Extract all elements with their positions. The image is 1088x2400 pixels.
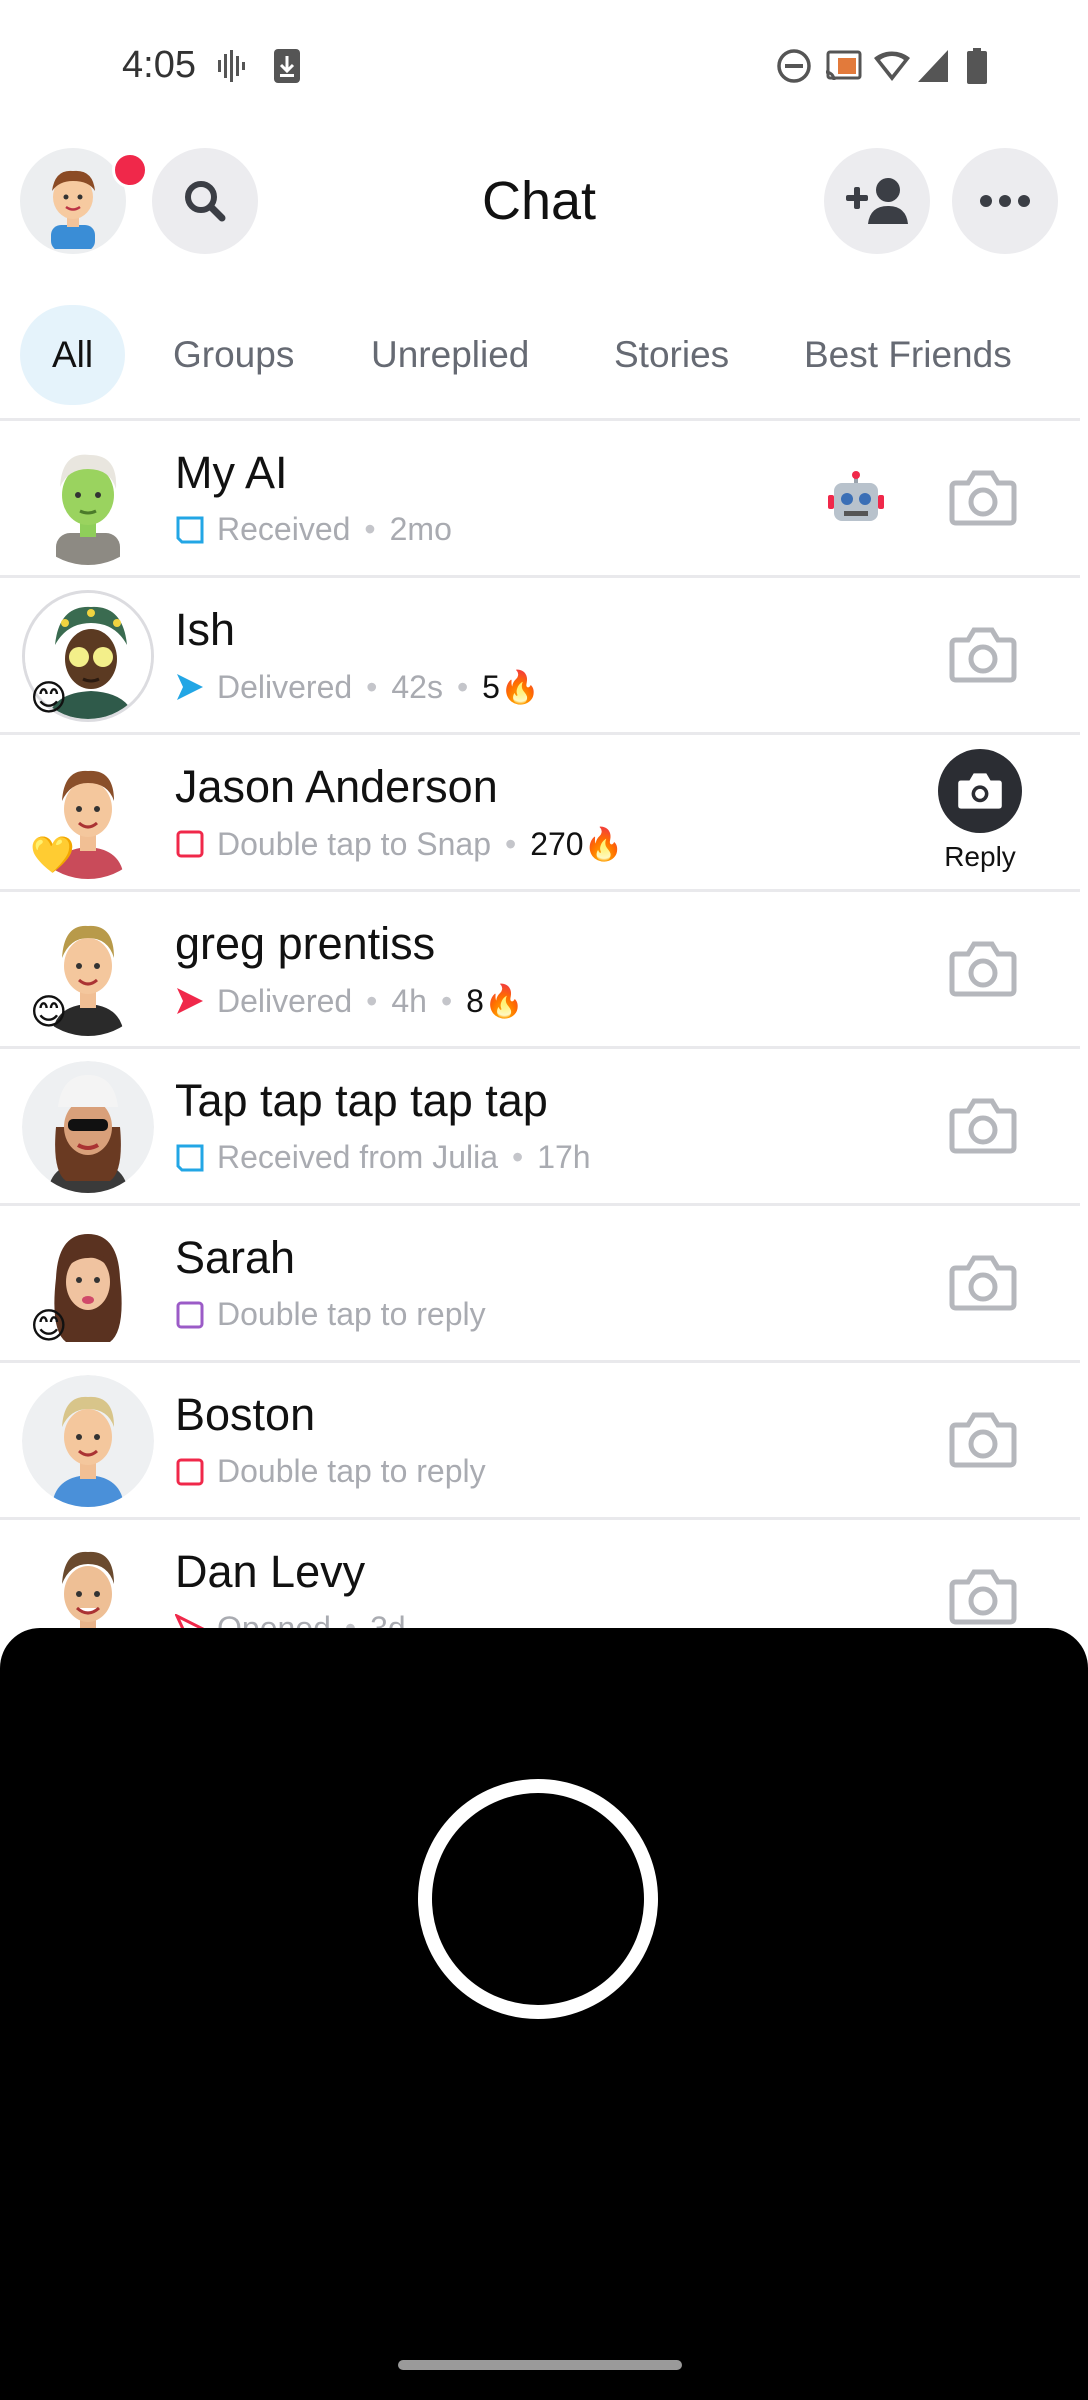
chat-name: Jason Anderson bbox=[175, 761, 498, 812]
camera-panel bbox=[0, 1628, 1088, 2400]
tab-unreplied[interactable]: Unreplied bbox=[371, 305, 529, 405]
status-text: Double tap to Snap bbox=[217, 825, 491, 862]
tab-best-friends[interactable]: Best Friends bbox=[804, 305, 1012, 405]
robot-icon bbox=[828, 471, 884, 521]
status-text: Delivered bbox=[217, 982, 353, 1019]
download-icon bbox=[274, 49, 300, 83]
chat-status: Double tap to reply bbox=[175, 1296, 486, 1333]
chat-name: Boston bbox=[175, 1389, 316, 1440]
chat-filter-tabs: All Groups Unreplied Stories Best Friend… bbox=[0, 305, 1088, 405]
home-indicator[interactable] bbox=[398, 2360, 682, 2370]
status-text: Delivered bbox=[217, 668, 353, 705]
tab-groups[interactable]: Groups bbox=[173, 305, 294, 405]
separator-dot: • bbox=[366, 668, 378, 705]
chat-status: Delivered • 4h • 8🔥 bbox=[175, 982, 524, 1020]
chat-row-ish[interactable]: 😊 Ish Delivered • 42s • 5🔥 bbox=[0, 578, 1080, 735]
status-time: 17h bbox=[537, 1139, 591, 1175]
chat-name: Tap tap tap tap tap bbox=[175, 1075, 548, 1126]
friend-emoji: 😊 bbox=[30, 1305, 68, 1346]
chat-name: Sarah bbox=[175, 1232, 296, 1283]
friend-emoji: 😊 bbox=[30, 677, 68, 718]
camera-icon[interactable] bbox=[946, 1403, 1020, 1477]
cast-icon bbox=[825, 50, 862, 81]
chat-row-greg-prentiss[interactable]: 😊 greg prentiss Delivered • 4h • 8🔥 bbox=[0, 892, 1080, 1049]
snap-icon bbox=[176, 1458, 204, 1485]
camera-icon[interactable] bbox=[946, 1560, 1020, 1634]
chat-name: Dan Levy bbox=[175, 1546, 366, 1597]
cell-signal-icon bbox=[918, 50, 948, 82]
camera-icon[interactable] bbox=[946, 932, 1020, 1006]
reply-camera[interactable] bbox=[938, 749, 1022, 833]
camera-icon[interactable] bbox=[946, 1246, 1020, 1320]
received-chat-icon bbox=[176, 1144, 204, 1171]
separator-dot: • bbox=[512, 1139, 524, 1175]
snap-icon bbox=[176, 830, 204, 858]
streak-count: 8🔥 bbox=[466, 983, 524, 1019]
tab-stories[interactable]: Stories bbox=[614, 305, 729, 405]
add-friend-icon bbox=[846, 178, 908, 224]
status-text: Received bbox=[217, 511, 351, 547]
chat-row-jason-anderson[interactable]: 💛 Jason Anderson Double tap to Snap • 27… bbox=[0, 735, 1080, 892]
reply-label: Reply bbox=[944, 841, 1016, 872]
avatar bbox=[22, 433, 154, 565]
tab-all[interactable]: All bbox=[20, 305, 126, 405]
camera-icon bbox=[958, 773, 1002, 809]
chat-status: Received from Julia • 17h bbox=[175, 1139, 591, 1176]
camera-icon[interactable] bbox=[946, 461, 1020, 535]
status-time: 4h bbox=[391, 982, 427, 1019]
status-bar: 4:05 bbox=[0, 0, 1088, 130]
separator-dot: • bbox=[366, 982, 378, 1019]
chat-name: My AI bbox=[175, 447, 288, 498]
chat-row-sarah[interactable]: 😊 Sarah Double tap to reply bbox=[0, 1206, 1080, 1363]
chat-status: Double tap to reply bbox=[175, 1453, 486, 1490]
friend-emoji: 😊 bbox=[30, 991, 68, 1032]
more-button[interactable] bbox=[952, 148, 1058, 254]
camera-icon[interactable] bbox=[946, 1089, 1020, 1163]
separator-dot: • bbox=[504, 825, 517, 862]
capture-button[interactable] bbox=[418, 1779, 658, 2019]
camera-icon[interactable] bbox=[946, 618, 1020, 692]
header: Chat bbox=[0, 140, 1088, 270]
separator-dot: • bbox=[456, 668, 469, 705]
chat-status: Received • 2mo bbox=[175, 511, 452, 548]
more-icon bbox=[980, 195, 1030, 207]
friend-emoji: 💛 bbox=[30, 834, 75, 875]
delivered-chat-icon bbox=[177, 674, 203, 700]
separator-dot: • bbox=[440, 982, 453, 1019]
streak-count: 270🔥 bbox=[530, 826, 624, 862]
delivered-snap-icon bbox=[177, 988, 203, 1014]
streak-count: 5🔥 bbox=[482, 669, 540, 705]
avatar bbox=[22, 1061, 154, 1193]
chat-status: Delivered • 42s • 5🔥 bbox=[175, 668, 540, 706]
reply-button[interactable]: Reply bbox=[930, 749, 1030, 879]
chat-row-boston[interactable]: Boston Double tap to reply bbox=[0, 1363, 1080, 1520]
do-not-disturb-icon bbox=[777, 49, 811, 83]
voicemail-icon bbox=[218, 50, 245, 82]
chat-row-group[interactable]: Tap tap tap tap tap Received from Julia … bbox=[0, 1049, 1080, 1206]
chat-list: My AI Received • 2mo 😊 Ish Delivered • 4… bbox=[0, 421, 1080, 1677]
separator-dot: • bbox=[364, 511, 376, 547]
chat-name: greg prentiss bbox=[175, 918, 436, 969]
status-text: Double tap to reply bbox=[217, 1453, 486, 1489]
chat-name: Ish bbox=[175, 604, 236, 655]
add-friend-button[interactable] bbox=[824, 148, 930, 254]
wifi-icon bbox=[874, 51, 910, 81]
received-chat-icon bbox=[176, 516, 204, 543]
chat-status: Double tap to Snap • 270🔥 bbox=[175, 825, 623, 863]
avatar bbox=[22, 1375, 154, 1507]
status-time: 42s bbox=[391, 668, 443, 705]
status-time: 4:05 bbox=[122, 44, 196, 86]
video-snap-icon bbox=[176, 1301, 204, 1328]
status-time: 2mo bbox=[389, 511, 452, 547]
status-text: Received from Julia bbox=[217, 1139, 498, 1175]
battery-icon bbox=[967, 48, 987, 84]
chat-row-my-ai[interactable]: My AI Received • 2mo bbox=[0, 421, 1080, 578]
status-text: Double tap to reply bbox=[217, 1296, 486, 1332]
